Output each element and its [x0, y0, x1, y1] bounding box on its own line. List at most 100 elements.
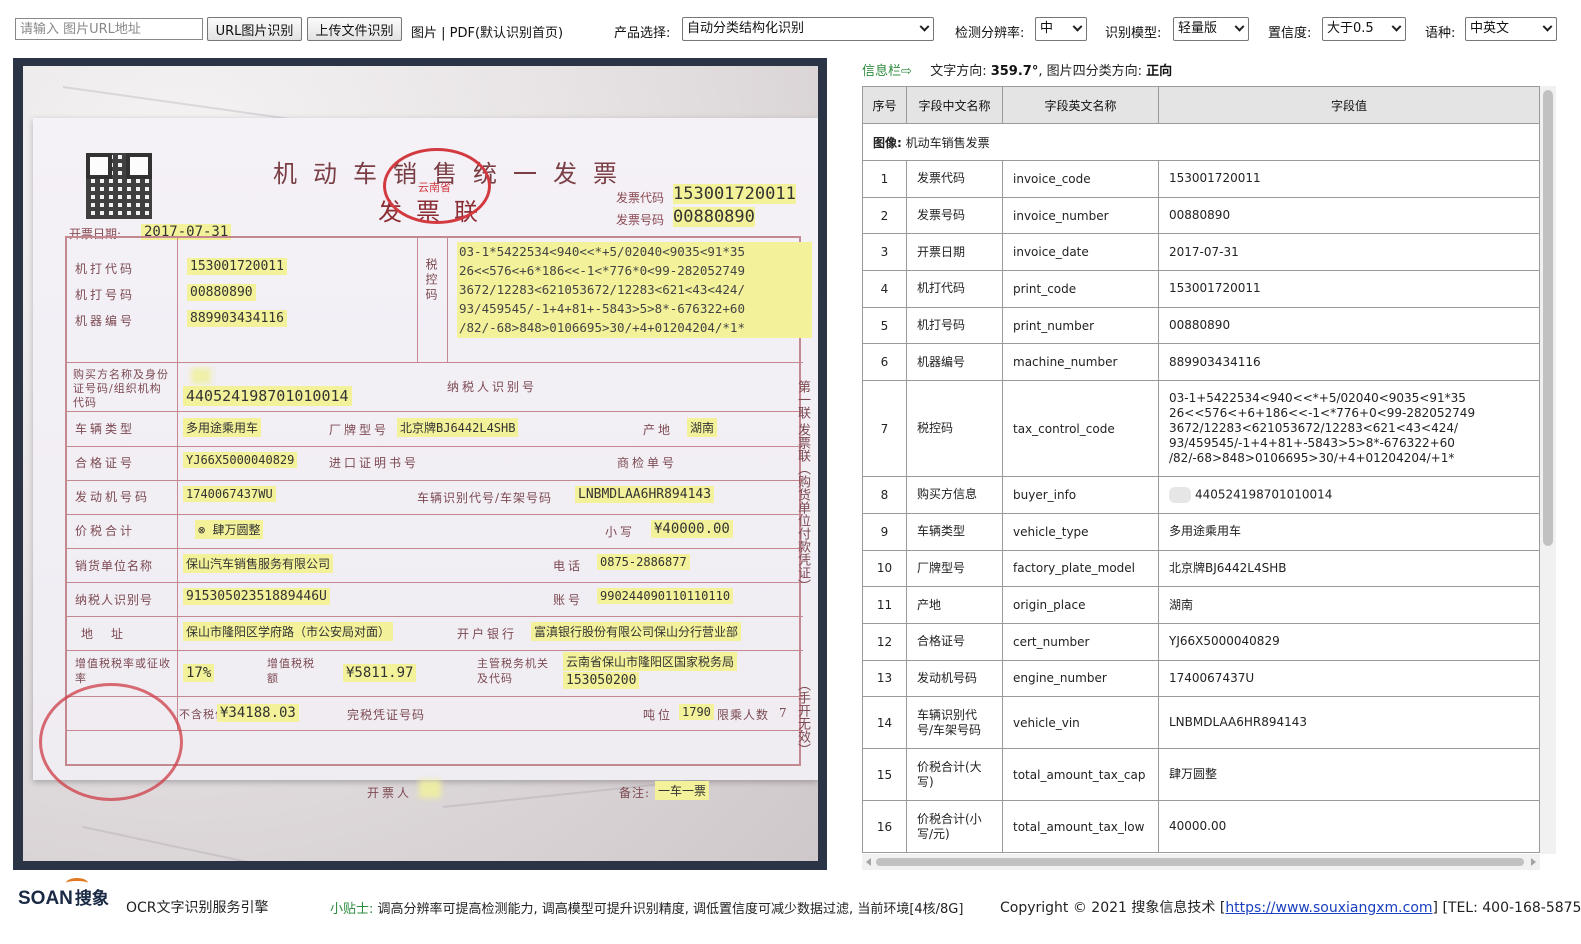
confidence-select-value: 大于0.5 [1327, 21, 1374, 36]
row-index: 10 [862, 549, 907, 588]
row-en-name-text: cert_number [1013, 634, 1090, 649]
vat-rate-label: 增值税税率或征收率 [75, 657, 171, 685]
row-index: 11 [862, 586, 907, 624]
brand-logo: SOAN 搜象 [18, 878, 109, 910]
table-row: 9 车辆类型 vehicle_type 多用途乘用车 [862, 512, 1540, 551]
plate-value: 北京牌BJ6442L4SHB [397, 418, 519, 437]
upload-recognize-button[interactable]: 上传文件识别 [307, 17, 402, 41]
account-label: 账号 [553, 593, 584, 607]
buyer-label: 购买方名称及身份证号码/组织机构代码 [73, 368, 169, 409]
vat-amount-label: 增值税税额 [267, 657, 315, 685]
row-value-text: 1740067437U [1169, 670, 1255, 685]
import-label: 进口证明书号 [329, 456, 420, 470]
row-en-name-text: buyer_info [1013, 487, 1077, 502]
issuer-label: 开票人 [367, 786, 413, 800]
tax-line: 93/459545/-1+4+81+-5843>5>8*-676322+60 [459, 301, 745, 316]
table-row: 15 价税合计(大 写) total_amount_tax_cap 肆万圆整 [862, 748, 1540, 802]
authority-code-value: 153050200 [563, 672, 640, 689]
row-en-name-text: print_number [1013, 318, 1095, 333]
row-value: 多用途乘用车 [1158, 512, 1540, 551]
row-en-name: cert_number [1002, 622, 1159, 661]
row-value-text: 多用途乘用车 [1169, 524, 1242, 539]
product-select[interactable]: 自动分类结构化识别 [682, 17, 934, 41]
row-en-name: total_amount_tax_cap [1002, 748, 1159, 802]
redacted-name [1169, 486, 1191, 503]
invoice-code-value: 153001720011 [673, 184, 796, 204]
inspection-label: 商检单号 [617, 456, 678, 470]
image-type-value: 机动车销售发票 [905, 135, 990, 150]
copyright: Copyright © 2021 搜象信息技术 [https://www.sou… [1000, 897, 1581, 917]
horizontal-scrollbar[interactable] [862, 854, 1540, 870]
row-index-text: 6 [880, 355, 889, 370]
seats-label: 限乘人数 [717, 708, 770, 722]
row-index-text: 12 [876, 634, 893, 649]
bank-label: 开户银行 [457, 627, 518, 641]
scroll-right-icon[interactable] [1531, 858, 1536, 866]
url-input[interactable] [15, 18, 203, 40]
scroll-left-icon[interactable] [866, 858, 871, 866]
image-type-cell: 图像: 机动车销售发票 [862, 123, 1540, 161]
vat-rate-value: 17% [183, 664, 215, 682]
scrollbar-thumb[interactable] [876, 858, 1524, 866]
confidence-select[interactable]: 大于0.5 [1322, 17, 1406, 41]
row-value-text: 00880890 [1169, 208, 1231, 223]
scrollbar-thumb[interactable] [1543, 90, 1553, 546]
row-value-text: 湖南 [1169, 597, 1194, 612]
row-index: 15 [862, 748, 907, 802]
row-en-name: buyer_info [1002, 476, 1159, 514]
row-en-name: invoice_number [1002, 196, 1159, 235]
row-cn-name-text: 机器编号 [917, 354, 966, 369]
image-type-label: 图像: [873, 135, 902, 150]
remark-value: 一车一票 [655, 781, 710, 800]
table-row: 1 发票代码 invoice_code 153001720011 [862, 160, 1540, 198]
info-bar-link[interactable]: 信息栏⇨ [862, 64, 912, 79]
row-value-text: 03-1+5422534<940<<*+5/02040<9035<91*35 2… [1169, 391, 1476, 466]
row-cn-name-text: 厂牌型号 [917, 560, 966, 575]
product-label: 产品选择: [614, 26, 671, 41]
row-cn-name-text: 发票号码 [917, 208, 966, 223]
row-cn-name: 车辆识别代 号/车架号码 [906, 696, 1003, 750]
seller-label: 销货单位名称 [75, 559, 154, 573]
row-en-name-text: factory_plate_model [1013, 561, 1136, 576]
row-value-text: 肆万圆整 [1169, 767, 1218, 782]
result-table-container[interactable]: 序号 字段中文名称 字段英文名称 字段值 图像: 机动车销售发票 1 发票代码 in… [862, 86, 1556, 870]
row-cn-name-text: 税控码 [917, 421, 954, 436]
model-select[interactable]: 轻量版 [1173, 17, 1249, 41]
url-recognize-button[interactable]: URL图片识别 [207, 17, 302, 41]
row-cn-name-text: 机打代码 [917, 281, 966, 296]
table-row: 2 发票号码 invoice_number 00880890 [862, 196, 1540, 235]
marble-texture [82, 826, 338, 861]
row-value-text: 440524198701010014 [1195, 487, 1333, 502]
row-value: 00880890 [1158, 306, 1540, 345]
tax-line: 26<<576<+6*186<<-1<*776*0<99-282052749 [459, 263, 745, 278]
cert-label: 合格证号 [75, 456, 136, 470]
row-cn-name-text: 车辆类型 [917, 524, 966, 539]
language-select[interactable]: 中英文 [1465, 17, 1557, 41]
chevron-down-icon [1234, 21, 1245, 32]
row-index: 5 [862, 306, 907, 345]
language-select-value: 中英文 [1470, 21, 1510, 36]
table-row: 7 税控码 tax_control_code 03-1+5422534<940<<*+… [862, 380, 1540, 478]
total-low-value: ¥40000.00 [651, 520, 733, 538]
row-cn-name: 发票号码 [906, 196, 1003, 235]
header-value: 字段值 [1158, 86, 1540, 124]
buyer-id-value: 440524198701010014 [183, 386, 352, 406]
row-en-name: print_code [1002, 270, 1159, 308]
row-index-text: 4 [880, 281, 889, 296]
row-en-name: factory_plate_model [1002, 549, 1159, 588]
table-header-row: 序号 字段中文名称 字段英文名称 字段值 [862, 86, 1540, 124]
divider [417, 238, 418, 362]
row-cn-name: 厂牌型号 [906, 549, 1003, 588]
row-value: 153001720011 [1158, 160, 1540, 198]
resolution-select-value: 中 [1040, 21, 1054, 36]
address-value: 保山市隆阳区学府路（市公安局对面） [183, 622, 394, 641]
row-value-text: YJ66X5000040829 [1169, 634, 1280, 649]
vertical-scrollbar[interactable] [1540, 86, 1556, 854]
authority-label: 主管税务机关及代码 [477, 657, 549, 685]
copyright-prefix: Copyright © 2021 搜象信息技术 [ [1000, 900, 1226, 916]
resolution-select[interactable]: 中 [1035, 17, 1087, 41]
row-index-text: 3 [880, 245, 889, 260]
website-link[interactable]: https://www.souxiangxm.com [1225, 900, 1432, 916]
row-index: 4 [862, 270, 907, 308]
row-en-name: invoice_code [1002, 160, 1159, 198]
